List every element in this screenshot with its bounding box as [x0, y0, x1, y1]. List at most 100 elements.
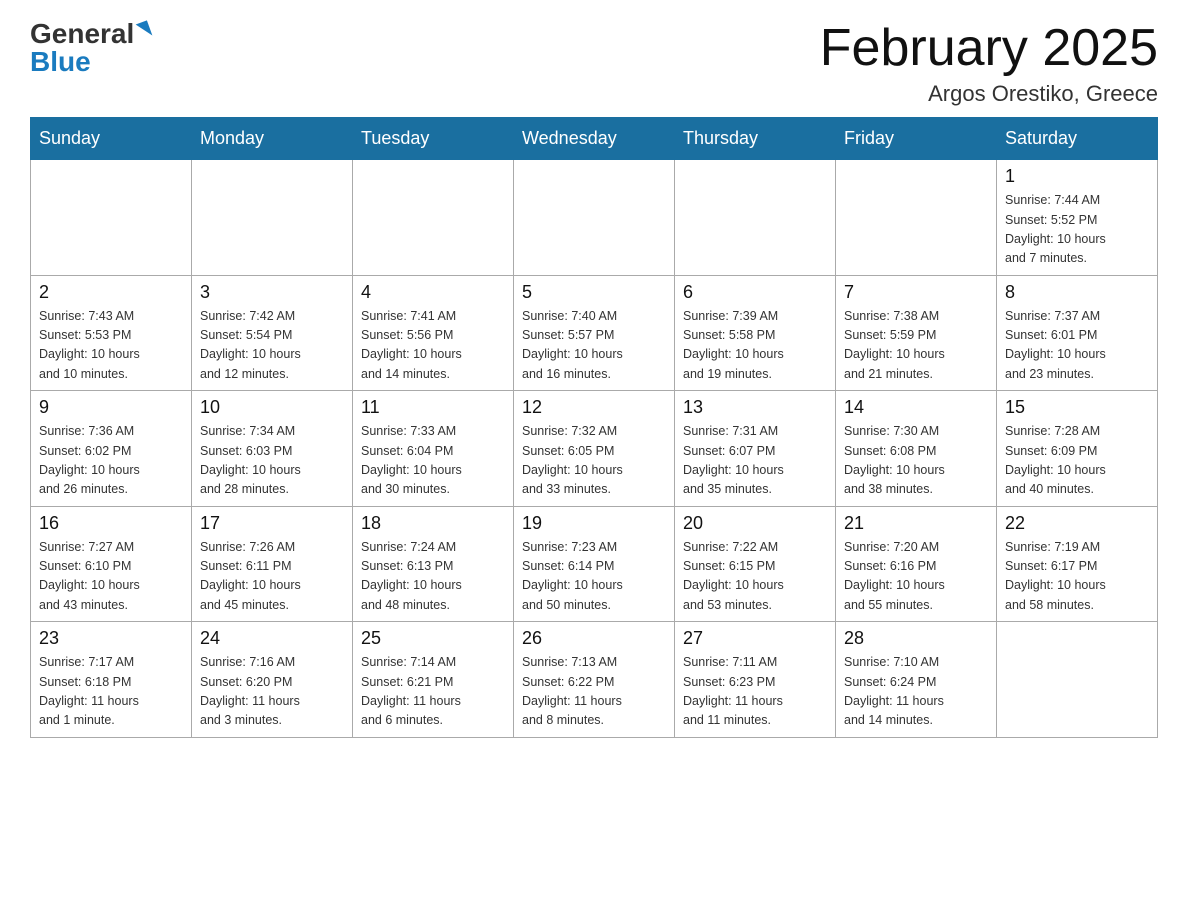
calendar-cell: 17Sunrise: 7:26 AM Sunset: 6:11 PM Dayli… — [192, 506, 353, 622]
day-info: Sunrise: 7:39 AM Sunset: 5:58 PM Dayligh… — [683, 307, 827, 385]
calendar-cell — [675, 160, 836, 276]
calendar-cell — [31, 160, 192, 276]
day-info: Sunrise: 7:37 AM Sunset: 6:01 PM Dayligh… — [1005, 307, 1149, 385]
calendar-cell: 1 Sunrise: 7:44 AM Sunset: 5:52 PM Daylig… — [997, 160, 1158, 276]
day-info: Sunrise: 7:30 AM Sunset: 6:08 PM Dayligh… — [844, 422, 988, 500]
weekday-header-row: SundayMondayTuesdayWednesdayThursdayFrid… — [31, 118, 1158, 160]
calendar-cell: 4 Sunrise: 7:41 AM Sunset: 5:56 PM Daylig… — [353, 275, 514, 391]
calendar-cell: 14 Sunrise: 7:30 AM Sunset: 6:08 PM Dayli… — [836, 391, 997, 507]
day-number: 12 — [522, 397, 666, 418]
day-number: 22 — [1005, 513, 1149, 534]
day-number: 23 — [39, 628, 183, 649]
calendar-cell: 13 Sunrise: 7:31 AM Sunset: 6:07 PM Dayli… — [675, 391, 836, 507]
day-number: 5 — [522, 282, 666, 303]
day-number: 11 — [361, 397, 505, 418]
day-info: Sunrise: 7:31 AM Sunset: 6:07 PM Dayligh… — [683, 422, 827, 500]
page-header: General Blue February 2025 Argos Orestik… — [30, 20, 1158, 107]
day-number: 8 — [1005, 282, 1149, 303]
day-number: 27 — [683, 628, 827, 649]
logo: General Blue — [30, 20, 150, 76]
day-info: Sunrise: 7:38 AM Sunset: 5:59 PM Dayligh… — [844, 307, 988, 385]
day-info: Sunrise: 7:10 AM Sunset: 6:24 PM Dayligh… — [844, 653, 988, 731]
day-number: 3 — [200, 282, 344, 303]
calendar-cell — [353, 160, 514, 276]
day-number: 13 — [683, 397, 827, 418]
weekday-header-saturday: Saturday — [997, 118, 1158, 160]
calendar-cell — [192, 160, 353, 276]
calendar-cell: 11 Sunrise: 7:33 AM Sunset: 6:04 PM Dayli… — [353, 391, 514, 507]
day-info: Sunrise: 7:13 AM Sunset: 6:22 PM Dayligh… — [522, 653, 666, 731]
calendar-cell: 16 Sunrise: 7:27 AM Sunset: 6:10 PM Dayli… — [31, 506, 192, 622]
day-number: 10 — [200, 397, 344, 418]
calendar-cell: 23 Sunrise: 7:17 AM Sunset: 6:18 PM Dayli… — [31, 622, 192, 738]
calendar-cell: 8 Sunrise: 7:37 AM Sunset: 6:01 PM Daylig… — [997, 275, 1158, 391]
day-info: Sunrise: 7:27 AM Sunset: 6:10 PM Dayligh… — [39, 538, 183, 616]
calendar-cell: 15 Sunrise: 7:28 AM Sunset: 6:09 PM Dayli… — [997, 391, 1158, 507]
day-info: Sunrise: 7:33 AM Sunset: 6:04 PM Dayligh… — [361, 422, 505, 500]
calendar-cell: 9Sunrise: 7:36 AM Sunset: 6:02 PM Daylig… — [31, 391, 192, 507]
day-info: Sunrise: 7:24 AM Sunset: 6:13 PM Dayligh… — [361, 538, 505, 616]
day-info: Sunrise: 7:19 AM Sunset: 6:17 PM Dayligh… — [1005, 538, 1149, 616]
day-number: 25 — [361, 628, 505, 649]
day-info: Sunrise: 7:40 AM Sunset: 5:57 PM Dayligh… — [522, 307, 666, 385]
calendar-cell: 10 Sunrise: 7:34 AM Sunset: 6:03 PM Dayli… — [192, 391, 353, 507]
location: Argos Orestiko, Greece — [820, 81, 1158, 107]
day-number: 15 — [1005, 397, 1149, 418]
weekday-header-monday: Monday — [192, 118, 353, 160]
day-info: Sunrise: 7:28 AM Sunset: 6:09 PM Dayligh… — [1005, 422, 1149, 500]
day-number: 6 — [683, 282, 827, 303]
day-number: 1 — [1005, 166, 1149, 187]
calendar-cell: 5 Sunrise: 7:40 AM Sunset: 5:57 PM Daylig… — [514, 275, 675, 391]
week-row-3: 9Sunrise: 7:36 AM Sunset: 6:02 PM Daylig… — [31, 391, 1158, 507]
calendar-cell: 12Sunrise: 7:32 AM Sunset: 6:05 PM Dayli… — [514, 391, 675, 507]
day-number: 24 — [200, 628, 344, 649]
day-info: Sunrise: 7:11 AM Sunset: 6:23 PM Dayligh… — [683, 653, 827, 731]
logo-blue-text: Blue — [30, 48, 91, 76]
week-row-2: 2 Sunrise: 7:43 AM Sunset: 5:53 PM Daylig… — [31, 275, 1158, 391]
day-info: Sunrise: 7:23 AM Sunset: 6:14 PM Dayligh… — [522, 538, 666, 616]
calendar-cell: 22 Sunrise: 7:19 AM Sunset: 6:17 PM Dayli… — [997, 506, 1158, 622]
day-number: 26 — [522, 628, 666, 649]
calendar-cell: 19 Sunrise: 7:23 AM Sunset: 6:14 PM Dayli… — [514, 506, 675, 622]
weekday-header-tuesday: Tuesday — [353, 118, 514, 160]
logo-general-text: General — [30, 20, 134, 48]
calendar-cell: 25 Sunrise: 7:14 AM Sunset: 6:21 PM Dayli… — [353, 622, 514, 738]
day-number: 4 — [361, 282, 505, 303]
calendar-cell: 20Sunrise: 7:22 AM Sunset: 6:15 PM Dayli… — [675, 506, 836, 622]
day-info: Sunrise: 7:14 AM Sunset: 6:21 PM Dayligh… — [361, 653, 505, 731]
day-number: 19 — [522, 513, 666, 534]
day-number: 20 — [683, 513, 827, 534]
calendar-cell: 24 Sunrise: 7:16 AM Sunset: 6:20 PM Dayli… — [192, 622, 353, 738]
day-number: 2 — [39, 282, 183, 303]
calendar-cell: 3 Sunrise: 7:42 AM Sunset: 5:54 PM Daylig… — [192, 275, 353, 391]
week-row-5: 23 Sunrise: 7:17 AM Sunset: 6:18 PM Dayli… — [31, 622, 1158, 738]
day-info: Sunrise: 7:16 AM Sunset: 6:20 PM Dayligh… — [200, 653, 344, 731]
day-number: 16 — [39, 513, 183, 534]
day-number: 7 — [844, 282, 988, 303]
month-title: February 2025 — [820, 20, 1158, 77]
day-info: Sunrise: 7:20 AM Sunset: 6:16 PM Dayligh… — [844, 538, 988, 616]
day-info: Sunrise: 7:17 AM Sunset: 6:18 PM Dayligh… — [39, 653, 183, 731]
title-block: February 2025 Argos Orestiko, Greece — [820, 20, 1158, 107]
day-info: Sunrise: 7:36 AM Sunset: 6:02 PM Dayligh… — [39, 422, 183, 500]
calendar-cell: 7 Sunrise: 7:38 AM Sunset: 5:59 PM Daylig… — [836, 275, 997, 391]
weekday-header-sunday: Sunday — [31, 118, 192, 160]
calendar-cell: 2 Sunrise: 7:43 AM Sunset: 5:53 PM Daylig… — [31, 275, 192, 391]
day-number: 14 — [844, 397, 988, 418]
day-number: 21 — [844, 513, 988, 534]
calendar-cell: 6 Sunrise: 7:39 AM Sunset: 5:58 PM Daylig… — [675, 275, 836, 391]
day-info: Sunrise: 7:34 AM Sunset: 6:03 PM Dayligh… — [200, 422, 344, 500]
weekday-header-friday: Friday — [836, 118, 997, 160]
week-row-1: 1 Sunrise: 7:44 AM Sunset: 5:52 PM Daylig… — [31, 160, 1158, 276]
day-info: Sunrise: 7:44 AM Sunset: 5:52 PM Dayligh… — [1005, 191, 1149, 269]
calendar-cell: 26 Sunrise: 7:13 AM Sunset: 6:22 PM Dayli… — [514, 622, 675, 738]
day-info: Sunrise: 7:41 AM Sunset: 5:56 PM Dayligh… — [361, 307, 505, 385]
calendar-cell: 27 Sunrise: 7:11 AM Sunset: 6:23 PM Dayli… — [675, 622, 836, 738]
day-info: Sunrise: 7:42 AM Sunset: 5:54 PM Dayligh… — [200, 307, 344, 385]
day-number: 18 — [361, 513, 505, 534]
day-info: Sunrise: 7:43 AM Sunset: 5:53 PM Dayligh… — [39, 307, 183, 385]
calendar-table: SundayMondayTuesdayWednesdayThursdayFrid… — [30, 117, 1158, 738]
calendar-cell — [836, 160, 997, 276]
day-number: 28 — [844, 628, 988, 649]
day-number: 17 — [200, 513, 344, 534]
